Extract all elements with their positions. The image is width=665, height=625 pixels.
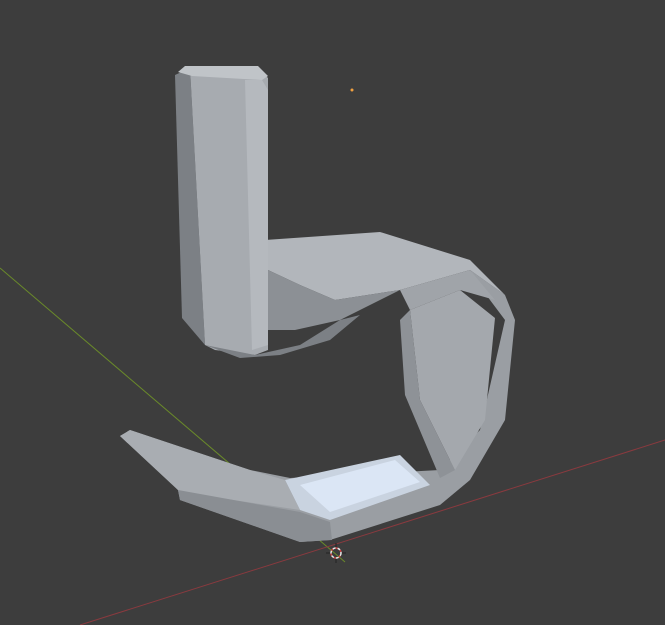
3d-viewport[interactable] bbox=[0, 0, 665, 625]
object-origin-point bbox=[350, 88, 354, 92]
